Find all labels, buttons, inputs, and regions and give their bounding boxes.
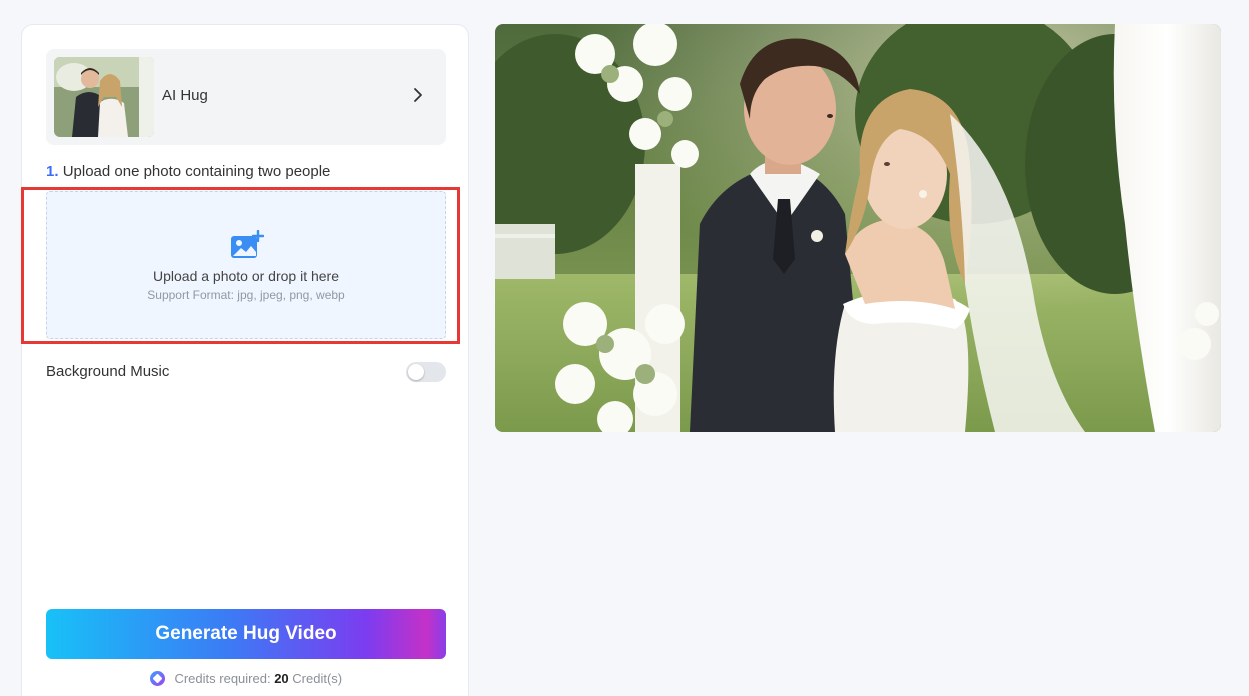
credit-gem-icon (149, 671, 165, 686)
background-music-label: Background Music (46, 363, 170, 380)
upload-step-label: 1. Upload one photo containing two peopl… (46, 163, 330, 180)
chevron-right-icon (414, 88, 422, 102)
credits-required: Credits required: 20 Credit(s) (22, 671, 470, 686)
step-number: 1. (46, 163, 59, 180)
settings-panel: AI Hug 1. Upload one photo containing tw… (21, 24, 469, 696)
generate-hug-video-button[interactable]: Generate Hug Video (46, 609, 446, 659)
ai-hug-page: AI Hug 1. Upload one photo containing tw… (0, 0, 1249, 696)
image-add-icon (231, 230, 264, 258)
photo-upload-dropzone[interactable]: Upload a photo or drop it here Support F… (46, 191, 446, 339)
preview-image (495, 24, 1221, 432)
upload-title: Upload a photo or drop it here (152, 268, 339, 284)
model-selector-card[interactable]: AI Hug (46, 49, 446, 145)
toggle-knob (408, 364, 424, 380)
upload-formats: Support Format: jpg, jpeg, png, webp (147, 288, 345, 302)
credits-suffix: Credit(s) (292, 671, 343, 686)
model-name: AI Hug (162, 87, 208, 104)
step-text: Upload one photo containing two people (62, 163, 331, 180)
credits-value: 20 (274, 671, 289, 686)
credits-prefix: Credits required: (174, 671, 271, 686)
model-thumbnail (54, 57, 154, 137)
background-music-toggle[interactable] (406, 362, 446, 382)
